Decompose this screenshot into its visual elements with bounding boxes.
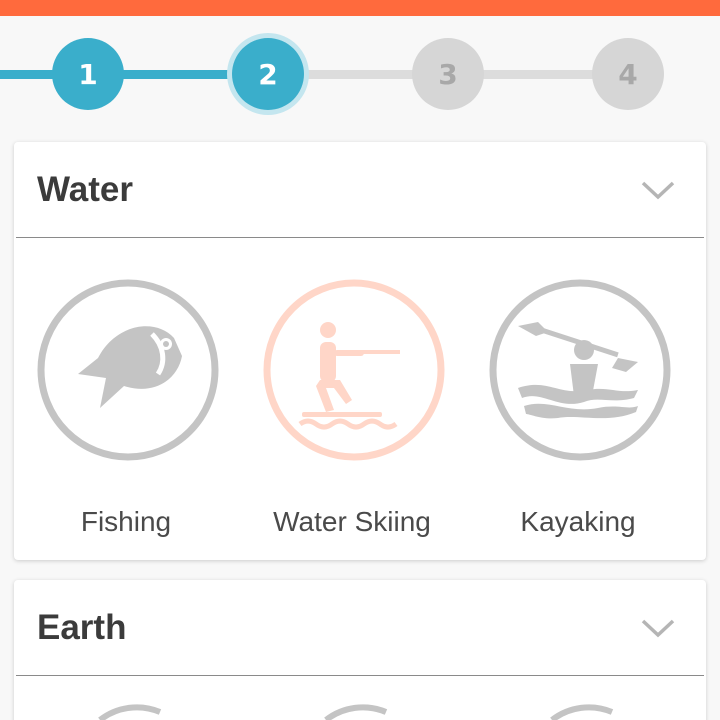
fish-icon (37, 279, 219, 461)
step-1[interactable]: 1 (52, 38, 124, 110)
category-header-earth[interactable]: Earth (16, 580, 704, 676)
step-3[interactable]: 3 (412, 38, 484, 110)
chevron-down-icon[interactable] (640, 172, 676, 208)
top-accent-bar (0, 0, 720, 16)
step-2[interactable]: 2 (232, 38, 304, 110)
water-skier-icon (263, 279, 445, 461)
activity-fishing[interactable]: Fishing (26, 278, 226, 558)
progress-stepper: 1 2 3 4 (0, 16, 720, 134)
category-title: Earth (37, 608, 127, 647)
chevron-down-icon[interactable] (640, 610, 676, 646)
category-header-water[interactable]: Water (16, 142, 704, 238)
category-card-water: Water Fishing Water Skiing Kayaking (14, 142, 706, 560)
category-card-earth: Earth (14, 580, 706, 720)
activity-label: Kayaking (520, 506, 636, 537)
activity-water-skiing[interactable]: Water Skiing (252, 278, 452, 558)
activity-list: Fishing Water Skiing Kayaking (14, 238, 706, 560)
category-title: Water (37, 170, 133, 209)
activity-icons-partial (98, 704, 614, 720)
stepper-track-completed (0, 70, 270, 79)
activity-label: Water Skiing (273, 506, 431, 537)
activity-label: Fishing (80, 506, 172, 537)
activity-kayaking[interactable]: Kayaking (478, 278, 678, 558)
kayaker-icon (489, 279, 671, 461)
step-4[interactable]: 4 (592, 38, 664, 110)
